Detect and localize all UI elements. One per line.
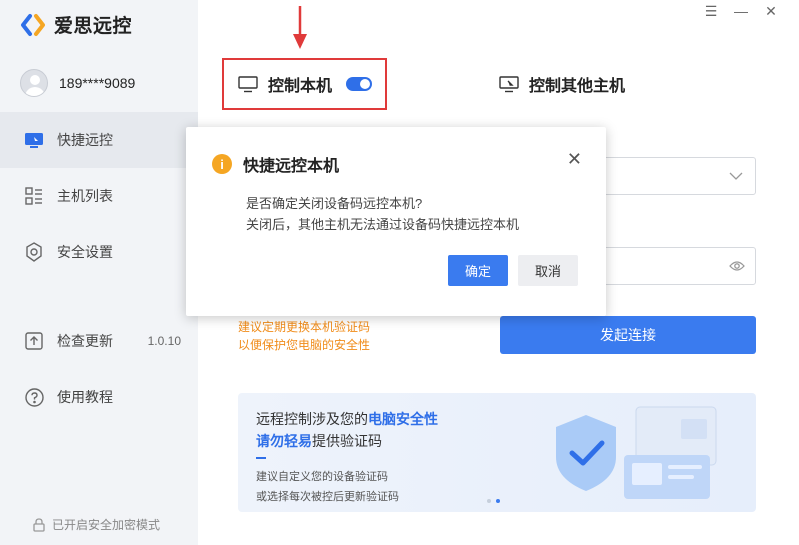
window-controls: ☰ — ✕ [703,3,779,20]
carousel-dot[interactable] [487,499,491,503]
security-mode-note: 已开启安全加密模式 [33,516,160,533]
list-icon [24,186,44,206]
hint-line: 建议定期更换本机验证码 [238,320,371,334]
banner-highlight: 电脑安全性 [368,411,438,427]
app-name: 爱思远控 [54,16,133,37]
sidebar-item-host-list[interactable]: 主机列表 [0,168,198,224]
lock-icon [33,517,45,532]
banner-divider [256,457,266,459]
sidebar: 爱思远控 189****9089 快捷远控 主机列表 安全设置 检查更新 1.0… [0,0,198,545]
close-icon[interactable]: ✕ [763,3,779,20]
tab-control-local[interactable]: 控制本机 [222,58,387,110]
version-label: 1.0.10 [147,334,181,348]
annotation-arrow-icon [293,6,307,49]
shield-icon [24,242,44,262]
warning-icon: i [212,154,232,174]
remote-monitor-icon [499,75,519,92]
tab-other-label: 控制其他主机 [529,78,626,95]
sidebar-item-label: 安全设置 [57,244,113,260]
sidebar-item-security[interactable]: 安全设置 [0,224,198,280]
logo-icon [21,13,45,36]
banner-subtext: 建议自定义您的设备验证码 [256,471,388,483]
banner-headline-1: 远程控制涉及您的电脑安全性 [256,409,438,429]
hint-line: 以便保护您电脑的安全性 [238,338,371,352]
sidebar-item-label: 检查更新 [57,333,113,349]
eye-icon[interactable] [729,260,745,272]
carousel-dot-active[interactable] [496,499,500,503]
upload-icon [24,331,44,351]
user-profile[interactable]: 189****9089 [20,69,135,97]
minimize-icon[interactable]: — [733,3,749,20]
banner-subtext: 或选择每次被控后更新验证码 [256,491,399,503]
dialog-message: 是否确定关闭设备码远控本机? [246,196,423,211]
connect-button[interactable]: 发起连接 [500,316,756,354]
security-mode-label: 已开启安全加密模式 [52,518,161,532]
app-logo: 爱思远控 [20,11,132,38]
tab-local-label: 控制本机 [268,78,333,95]
chevron-down-icon [729,172,743,180]
cancel-button[interactable]: 取消 [518,255,578,286]
password-hint: 建议定期更换本机验证码 以便保护您电脑的安全性 [238,318,370,354]
banner-headline-2: 请勿轻易提供验证码 [256,431,382,451]
carousel-dots[interactable] [487,499,500,503]
confirm-dialog: i 快捷远控本机 ✕ 是否确定关闭设备码远控本机? 关闭后，其他主机无法通过设备… [186,127,606,316]
help-icon [24,387,44,407]
dialog-title-text: 快捷远控本机 [243,158,340,175]
sidebar-item-label: 快捷远控 [57,132,113,148]
dialog-message: 关闭后，其他主机无法通过设备码快捷远控本机 [246,217,520,232]
monitor-icon [24,130,44,150]
sidebar-item-label: 使用教程 [57,389,113,405]
menu-icon[interactable]: ☰ [703,3,719,20]
dialog-close-icon[interactable]: ✕ [567,149,582,170]
banner-text: 远程控制涉及您的 [256,411,368,427]
security-banner: 远程控制涉及您的电脑安全性 请勿轻易提供验证码 建议自定义您的设备验证码 或选择… [238,393,756,512]
monitor-outline-icon [238,75,258,92]
user-phone: 189****9089 [59,75,136,91]
tab-control-other[interactable]: 控制其他主机 [499,72,625,96]
dialog-title: i 快捷远控本机 [212,152,339,176]
sidebar-item-check-update[interactable]: 检查更新 1.0.10 [0,313,198,369]
shield-illustration-icon [556,406,717,499]
local-control-toggle[interactable] [346,77,373,91]
avatar [20,69,48,97]
confirm-button[interactable]: 确定 [448,255,508,286]
sidebar-item-tutorial[interactable]: 使用教程 [0,369,198,425]
sidebar-item-label: 主机列表 [57,188,113,204]
banner-text: 提供验证码 [312,433,382,449]
sidebar-item-quick-remote[interactable]: 快捷远控 [0,112,198,168]
banner-highlight: 请勿轻易 [256,433,312,449]
